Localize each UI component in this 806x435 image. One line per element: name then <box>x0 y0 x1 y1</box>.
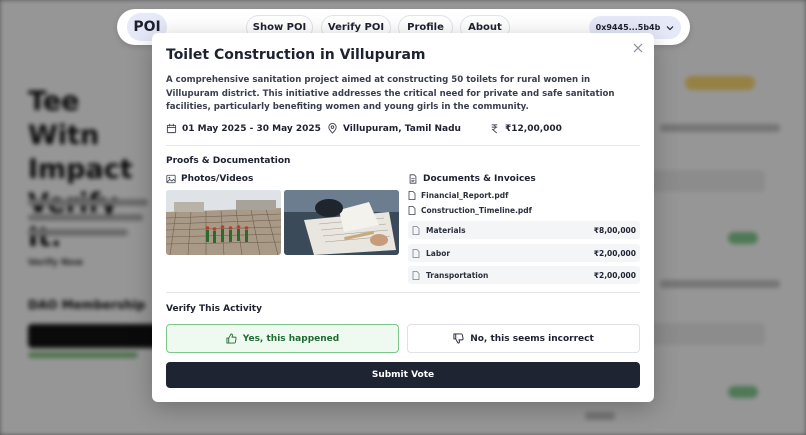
date-range: 01 May 2025 - 30 May 2025 <box>166 123 321 134</box>
file-icon <box>408 191 416 200</box>
location-text: Villupuram, Tamil Nadu <box>343 123 461 134</box>
planning-photo[interactable] <box>284 190 399 255</box>
cost-label: Labor <box>426 248 451 258</box>
activity-title: Toilet Construction in Villupuram <box>166 47 426 63</box>
location: Villupuram, Tamil Nadu <box>327 123 461 134</box>
file-icon <box>408 206 416 215</box>
document-name: Financial_Report.pdf <box>421 191 509 200</box>
date-range-text: 01 May 2025 - 30 May 2025 <box>182 123 321 134</box>
documents-heading-text: Documents & Invoices <box>423 174 536 184</box>
cost-item[interactable]: Materials ₹8,00,000 <box>408 221 640 239</box>
vote-no-label: No, this seems incorrect <box>470 333 594 344</box>
close-icon[interactable] <box>632 42 644 54</box>
calendar-icon <box>166 123 177 134</box>
cost-label: Materials <box>426 225 466 235</box>
thumbs-up-icon <box>226 333 237 344</box>
image-icon <box>166 174 176 184</box>
thumbs-down-icon <box>453 333 464 344</box>
photos-heading: Photos/Videos <box>166 174 253 184</box>
cost-item[interactable]: Transportation ₹2,00,000 <box>408 266 640 284</box>
document-icon <box>409 174 417 184</box>
documents-heading: Documents & Invoices <box>408 174 536 184</box>
vote-no-button[interactable]: No, this seems incorrect <box>407 324 640 353</box>
map-pin-icon <box>328 123 337 134</box>
vote-yes-button[interactable]: Yes, this happened <box>166 324 399 353</box>
cost-amount: ₹8,00,000 <box>593 225 636 235</box>
amount-text: ₹12,00,000 <box>505 123 562 134</box>
chevron-down-icon <box>666 25 674 30</box>
proofs-heading: Proofs & Documentation <box>166 156 291 166</box>
file-icon <box>412 225 420 235</box>
vote-yes-label: Yes, this happened <box>242 333 340 344</box>
file-icon <box>412 270 420 280</box>
activity-modal: Toilet Construction in Villupuram A comp… <box>152 33 654 402</box>
construction-photo[interactable] <box>166 190 281 255</box>
rupee-icon <box>491 124 498 134</box>
submit-vote-button[interactable]: Submit Vote <box>166 362 640 388</box>
activity-description: A comprehensive sanitation project aimed… <box>166 75 615 112</box>
cost-amount: ₹2,00,000 <box>593 270 636 280</box>
document-link[interactable]: Financial_Report.pdf <box>408 191 508 200</box>
document-name: Construction_Timeline.pdf <box>421 206 532 215</box>
divider <box>166 292 640 293</box>
amount: ₹12,00,000 <box>489 123 562 134</box>
file-icon <box>412 248 420 258</box>
cost-label: Transportation <box>426 270 489 280</box>
divider <box>166 145 640 146</box>
verify-heading: Verify This Activity <box>166 304 262 314</box>
cost-item[interactable]: Labor ₹2,00,000 <box>408 244 640 262</box>
document-link[interactable]: Construction_Timeline.pdf <box>408 206 532 215</box>
cost-amount: ₹2,00,000 <box>593 248 636 258</box>
photos-heading-text: Photos/Videos <box>181 174 254 184</box>
wallet-address: 0x9445...5b4b <box>595 23 661 32</box>
